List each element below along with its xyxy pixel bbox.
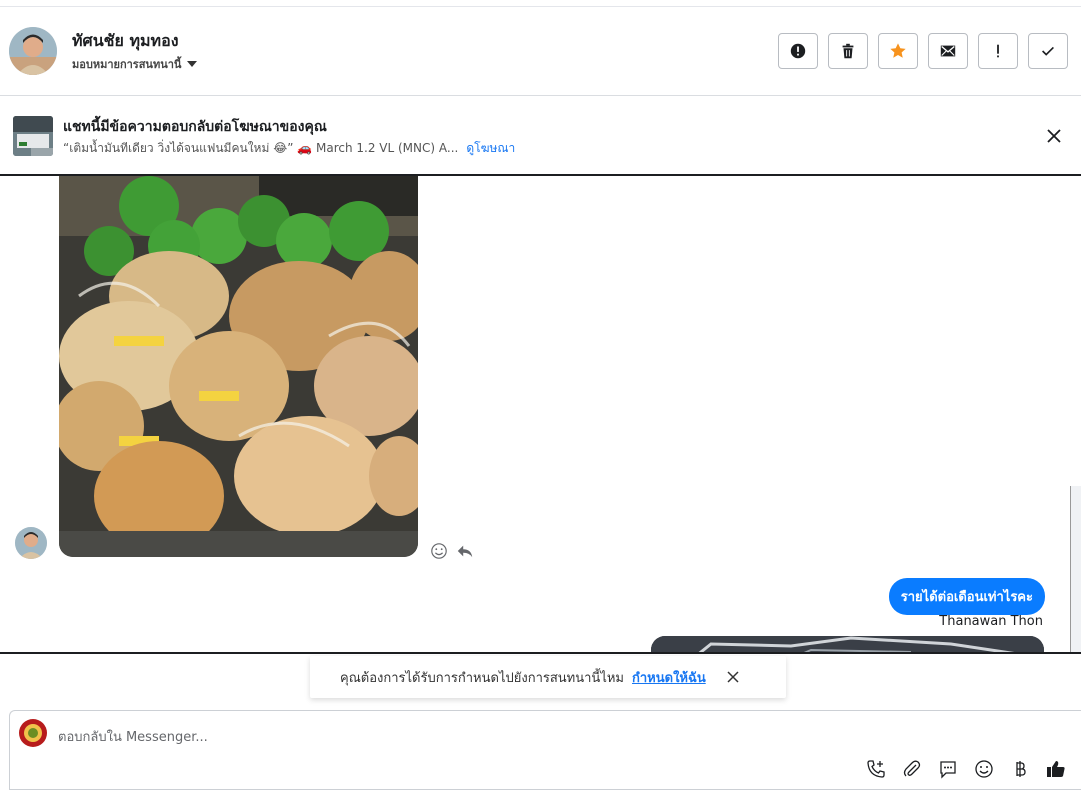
side-panel-edge	[1070, 486, 1081, 652]
message-thread[interactable]: รายได้ต่อเดือนเท่าไรคะ Thanawan Thon	[0, 176, 1081, 654]
emoji-button[interactable]	[973, 758, 995, 780]
assign-dropdown[interactable]: มอบหมายการสนทนานี้	[72, 55, 198, 73]
toast-text: คุณต้องการได้รับการกำหนดไปยังการสนทนานี้…	[340, 670, 624, 686]
spam-button[interactable]	[778, 33, 818, 69]
check-icon	[1042, 46, 1054, 56]
star-icon	[890, 43, 906, 58]
flag-button[interactable]	[978, 33, 1018, 69]
message-composer[interactable]: ตอบกลับใน Messenger...	[9, 710, 1081, 790]
view-ad-link[interactable]: ดูโฆษณา	[466, 141, 515, 155]
conversation-header: ทัศนชัย ทุมทอง มอบหมายการสนทนานี้	[0, 7, 1081, 96]
saved-reply-button[interactable]	[937, 758, 959, 780]
assign-to-me-link[interactable]: กำหนดให้ฉัน	[632, 667, 706, 688]
contact-avatar-small[interactable]	[15, 527, 47, 559]
outgoing-message-bubble[interactable]: รายได้ต่อเดือนเท่าไรคะ	[888, 578, 1045, 615]
star-button[interactable]	[878, 33, 918, 69]
thumbs-up-icon	[1047, 761, 1065, 777]
close-icon[interactable]	[726, 670, 740, 684]
exclamation-icon	[997, 44, 999, 58]
mark-unread-button[interactable]	[928, 33, 968, 69]
ad-banner-title: แชทนี้มีข้อความตอบกลับต่อโฆษณาของคุณ	[63, 119, 327, 135]
reply-icon[interactable]	[456, 542, 474, 560]
done-button[interactable]	[1028, 33, 1068, 69]
assign-label: มอบหมายการสนทนานี้	[72, 58, 182, 71]
ad-caption: “เติมน้ำมันทีเดียว วิ่งได้จนแฟนมีคนใหม่ …	[63, 141, 459, 155]
emoji-icon	[975, 760, 993, 778]
like-button[interactable]	[1045, 758, 1067, 780]
paperclip-icon	[903, 760, 921, 777]
emoji-react-icon[interactable]	[430, 542, 448, 560]
ad-thumbnail[interactable]	[13, 116, 53, 156]
attach-button[interactable]	[901, 758, 923, 780]
trash-icon	[842, 43, 854, 59]
alert-circle-icon	[790, 43, 806, 59]
assign-suggestion-toast: คุณต้องการได้รับการกำหนดไปยังการสนทนานี้…	[310, 656, 786, 698]
page-avatar	[19, 719, 47, 747]
contact-name[interactable]: ทัศนชัย ทุมทอง	[72, 29, 179, 54]
envelope-icon	[940, 45, 956, 57]
call-plus-icon	[867, 760, 885, 778]
call-button[interactable]	[865, 758, 887, 780]
ad-reply-banner: แชทนี้มีข้อความตอบกลับต่อโฆษณาของคุณ “เต…	[0, 96, 1081, 176]
payment-button[interactable]	[1009, 758, 1031, 780]
incoming-photo[interactable]	[59, 176, 418, 557]
outgoing-photo[interactable]	[651, 636, 1044, 652]
reply-input[interactable]: ตอบกลับใน Messenger...	[58, 726, 208, 747]
ad-banner-subtitle: “เติมน้ำมันทีเดียว วิ่งได้จนแฟนมีคนใหม่ …	[63, 139, 515, 158]
delete-button[interactable]	[828, 33, 868, 69]
baht-icon	[1016, 761, 1026, 777]
sender-name: Thanawan Thon	[939, 614, 1043, 629]
caret-down-icon	[187, 61, 198, 67]
close-icon[interactable]	[1044, 126, 1064, 146]
saved-reply-icon	[940, 761, 956, 779]
contact-avatar[interactable]	[9, 27, 57, 75]
